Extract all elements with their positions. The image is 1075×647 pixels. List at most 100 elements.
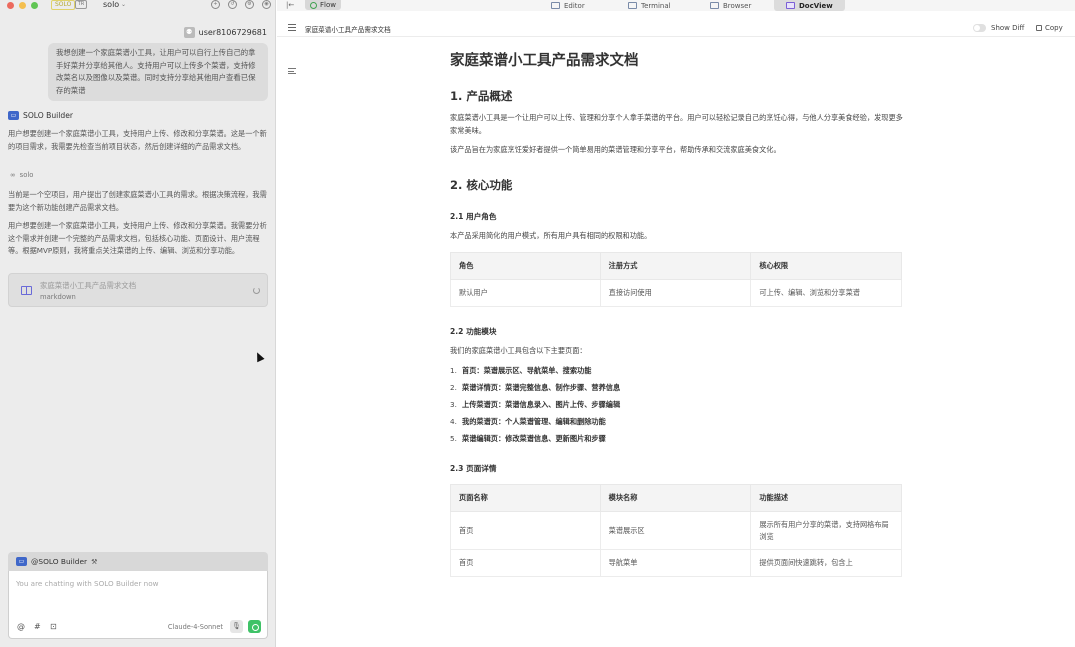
model-selector[interactable]: Claude-4-Sonnet bbox=[168, 623, 223, 631]
chat-sidebar: SOLO TR solo ⌄ + ↺ ⚙ ◉ ⚉ user8106729681 … bbox=[0, 0, 276, 647]
tab-flow-label: Flow bbox=[320, 1, 336, 9]
chat-input[interactable] bbox=[16, 579, 256, 588]
tab-editor[interactable]: Editor bbox=[551, 0, 585, 11]
user-roles-paragraph: 本产品采用简化的用户模式，所有用户具有相同的权限和功能。 bbox=[450, 231, 652, 240]
solo-builder-icon: ▭ bbox=[8, 111, 19, 120]
flow-icon bbox=[310, 1, 317, 9]
history-icon[interactable]: ↺ bbox=[228, 0, 237, 9]
browser-icon bbox=[710, 2, 719, 9]
tab-flow[interactable]: Flow bbox=[305, 0, 341, 10]
table-cell: 直接访问使用 bbox=[599, 279, 752, 307]
project-selector[interactable]: solo bbox=[103, 0, 119, 10]
assistant-message-3: 用户想要创建一个家庭菜谱小工具，支持用户上传、修改和分享菜谱。我需要分析这个需求… bbox=[8, 221, 267, 255]
modules-intro-paragraph: 我们的家庭菜谱小工具包含以下主要页面： bbox=[450, 346, 587, 355]
minimize-window-button[interactable] bbox=[19, 2, 26, 9]
table-header-cell: 功能描述 bbox=[750, 484, 902, 512]
user-roles-table: 角色 注册方式 核心权限 默认用户 直接访问使用 可上传、编辑、浏览和分享菜谱 bbox=[450, 252, 902, 307]
document-title: 家庭菜谱小工具产品需求文档 bbox=[450, 53, 639, 69]
zoom-window-button[interactable] bbox=[31, 2, 38, 9]
microphone-icon[interactable]: 🎙 bbox=[230, 620, 243, 633]
table-cell: 首页 bbox=[450, 549, 601, 577]
table-header-row: 页面名称 模块名称 功能描述 bbox=[450, 484, 902, 512]
title-bar: SOLO TR solo ⌄ + ↺ ⚙ ◉ bbox=[0, 0, 276, 11]
docview-icon bbox=[786, 2, 795, 9]
account-icon[interactable]: ◉ bbox=[262, 0, 271, 9]
list-item: 4. 我的菜谱页：个人菜谱管理、编辑和删除功能 bbox=[450, 417, 606, 426]
section-heading-overview: 1. 产品概述 bbox=[450, 89, 513, 103]
tools-icon[interactable]: ⚒ bbox=[91, 558, 97, 566]
chevron-down-icon[interactable]: ⌄ bbox=[121, 0, 126, 10]
loading-spinner-icon bbox=[253, 287, 260, 294]
table-cell: 提供页面间快速跳转，包含上 bbox=[750, 549, 902, 577]
tab-terminal[interactable]: Terminal bbox=[628, 0, 671, 11]
user-message-header: ⚉ user8106729681 bbox=[183, 26, 267, 38]
hash-icon[interactable]: # bbox=[34, 622, 41, 631]
copy-icon bbox=[1036, 25, 1042, 31]
table-cell: 菜谱展示区 bbox=[599, 511, 752, 550]
terminal-icon bbox=[628, 2, 637, 9]
table-row: 首页 菜谱展示区 展示所有用户分享的菜谱，支持网格布局浏览 bbox=[450, 511, 902, 550]
copy-button[interactable]: Copy bbox=[1036, 24, 1063, 32]
table-header-cell: 页面名称 bbox=[450, 484, 601, 512]
table-cell: 默认用户 bbox=[450, 279, 601, 307]
tab-browser-label: Browser bbox=[723, 1, 752, 10]
assistant-message-2: 当前是一个空项目，用户提出了创建家庭菜谱小工具的需求。根据决策流程，我需要为这个… bbox=[8, 190, 267, 212]
show-diff-toggle[interactable] bbox=[973, 24, 986, 32]
settings-gear-icon[interactable]: ⚙ bbox=[245, 0, 254, 9]
assistant-header: ▭ SOLO Builder bbox=[8, 111, 73, 120]
list-item: 5. 菜谱编辑页：修改菜谱信息、更新图片和步骤 bbox=[450, 434, 606, 443]
image-upload-icon[interactable]: ⊡ bbox=[50, 622, 57, 631]
table-cell: 首页 bbox=[450, 511, 601, 550]
table-cell: 导航菜单 bbox=[599, 549, 752, 577]
outline-menu-icon[interactable] bbox=[288, 24, 296, 31]
document-tab-title[interactable]: 家庭菜谱小工具产品需求文档 bbox=[305, 24, 391, 34]
generated-document-card[interactable]: 家庭菜谱小工具产品需求文档 markdown bbox=[8, 273, 268, 307]
section-heading-core-features: 2. 核心功能 bbox=[450, 178, 513, 192]
document-toolbar: 家庭菜谱小工具产品需求文档 Show Diff Copy bbox=[277, 20, 1075, 37]
mouse-cursor-icon bbox=[253, 350, 265, 363]
chat-agent-header: ▭ @SOLO Builder ⚒ bbox=[8, 552, 268, 571]
table-cell: 可上传、编辑、浏览和分享菜谱 bbox=[750, 279, 902, 307]
assistant-name: SOLO Builder bbox=[23, 111, 74, 120]
user-message-bubble: 我想创建一个家庭菜谱小工具，让用户可以自行上传自己的拿手好菜并分享给其他人。支持… bbox=[48, 43, 268, 101]
list-item: 3. 上传菜谱页：菜谱信息录入、图片上传、步骤编辑 bbox=[450, 400, 621, 409]
document-icon bbox=[21, 286, 32, 295]
send-button[interactable] bbox=[248, 620, 261, 633]
tab-docview[interactable]: DocView bbox=[774, 0, 845, 11]
infinity-icon: ∞ bbox=[10, 171, 16, 179]
tab-browser[interactable]: Browser bbox=[710, 0, 751, 11]
ide-mode-icon[interactable]: TR bbox=[75, 0, 87, 9]
list-item: 2. 菜谱详情页：菜谱完整信息、制作步骤、营养信息 bbox=[450, 383, 621, 392]
user-name: user8106729681 bbox=[198, 27, 267, 37]
table-row: 首页 导航菜单 提供页面间快速跳转，包含上 bbox=[450, 549, 902, 577]
table-row: 默认用户 直接访问使用 可上传、编辑、浏览和分享菜谱 bbox=[450, 279, 902, 307]
table-header-cell: 角色 bbox=[450, 252, 601, 280]
table-of-contents-icon[interactable] bbox=[288, 68, 296, 74]
table-header-cell: 模块名称 bbox=[599, 484, 752, 512]
modules-list: 1. 首页：菜谱展示区、导航菜单、搜索功能 2. 菜谱详情页：菜谱完整信息、制作步骤… bbox=[450, 362, 620, 447]
table-header-cell: 核心权限 bbox=[750, 252, 902, 280]
overview-paragraph-2: 该产品旨在为家庭烹饪爱好者提供一个简单易用的菜谱管理和分享平台，帮助传承和交流家… bbox=[450, 145, 781, 154]
agent-mention[interactable]: @SOLO Builder bbox=[31, 557, 87, 566]
thinking-indicator[interactable]: ∞ solo bbox=[10, 171, 33, 179]
close-window-button[interactable] bbox=[7, 2, 14, 9]
solo-mode-badge[interactable]: SOLO bbox=[51, 0, 76, 10]
tab-editor-label: Editor bbox=[564, 1, 585, 10]
solo-builder-icon: ▭ bbox=[16, 557, 27, 566]
chat-composer: @ # ⊡ Claude-4-Sonnet 🎙 bbox=[8, 571, 268, 639]
user-avatar: ⚉ bbox=[183, 26, 195, 38]
table-header-cell: 注册方式 bbox=[599, 252, 752, 280]
list-item: 1. 首页：菜谱展示区、导航菜单、搜索功能 bbox=[450, 366, 592, 375]
page-details-table: 页面名称 模块名称 功能描述 首页 菜谱展示区 展示所有用户分享的菜谱，支持网格… bbox=[450, 484, 902, 577]
view-tab-bar: |← Flow Editor Terminal Browser DocView bbox=[277, 0, 1075, 11]
table-cell: 展示所有用户分享的菜谱，支持网格布局浏览 bbox=[750, 511, 902, 550]
subsection-heading-user-roles: 2.1 用户角色 bbox=[450, 212, 497, 221]
subsection-heading-page-details: 2.3 页面详情 bbox=[450, 464, 497, 473]
show-diff-label[interactable]: Show Diff bbox=[991, 24, 1024, 32]
thinking-label: solo bbox=[19, 171, 34, 179]
mention-icon[interactable]: @ bbox=[17, 622, 25, 631]
collapse-sidebar-icon[interactable]: |← bbox=[286, 1, 294, 9]
tab-docview-label: DocView bbox=[799, 1, 833, 10]
add-chat-icon[interactable]: + bbox=[211, 0, 220, 9]
overview-paragraph-1: 家庭菜谱小工具是一个让用户可以上传、管理和分享个人拿手菜谱的平台。用户可以轻松记… bbox=[450, 113, 903, 135]
